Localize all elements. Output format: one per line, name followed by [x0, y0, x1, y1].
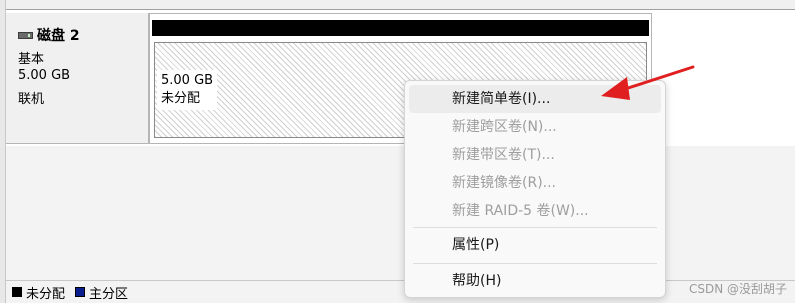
volume-label: 5.00 GB 未分配	[157, 70, 218, 110]
disk-name: 磁盘 2	[37, 28, 80, 44]
volume-header-bar	[152, 20, 649, 36]
menu-separator	[413, 227, 657, 228]
menu-separator	[413, 263, 657, 264]
volume-size: 5.00 GB	[161, 73, 214, 88]
menu-item-properties[interactable]: 属性(P)	[409, 231, 661, 259]
watermark: CSDN @没刮胡子	[688, 282, 787, 296]
legend-bar: 未分配 主分区	[6, 280, 795, 303]
disk-drive-icon	[18, 31, 33, 39]
menu-item-new-mirrored-volume[interactable]: 新建镜像卷(R)...	[409, 169, 661, 197]
menu-item-new-striped-volume[interactable]: 新建带区卷(T)...	[409, 141, 661, 169]
volume-status: 未分配	[161, 91, 201, 106]
disk-type: 基本	[18, 52, 45, 67]
legend-label-primary: 主分区	[89, 286, 129, 302]
legend-item-unallocated: 未分配	[12, 283, 65, 302]
legend-swatch-primary	[75, 287, 86, 297]
disk-title: 磁盘 2	[18, 25, 80, 45]
context-menu: 新建简单卷(I)... 新建跨区卷(N)... 新建带区卷(T)... 新建镜像…	[404, 80, 666, 298]
empty-disk-area	[6, 146, 795, 280]
menu-item-new-raid5-volume[interactable]: 新建 RAID-5 卷(W)...	[409, 197, 661, 225]
disk-status: 联机	[18, 92, 45, 107]
legend-swatch-unallocated	[12, 287, 22, 297]
disk-size: 5.00 GB	[18, 68, 71, 83]
legend-label-unallocated: 未分配	[26, 286, 66, 302]
menu-item-help[interactable]: 帮助(H)	[409, 267, 661, 295]
legend-item-primary: 主分区	[75, 283, 128, 302]
menu-item-new-spanned-volume[interactable]: 新建跨区卷(N)...	[409, 113, 661, 141]
disk-info-panel[interactable]: 磁盘 2 基本 5.00 GB 联机	[6, 13, 149, 144]
menu-item-new-simple-volume[interactable]: 新建简单卷(I)...	[409, 85, 661, 113]
previous-disk-row	[6, 0, 795, 10]
